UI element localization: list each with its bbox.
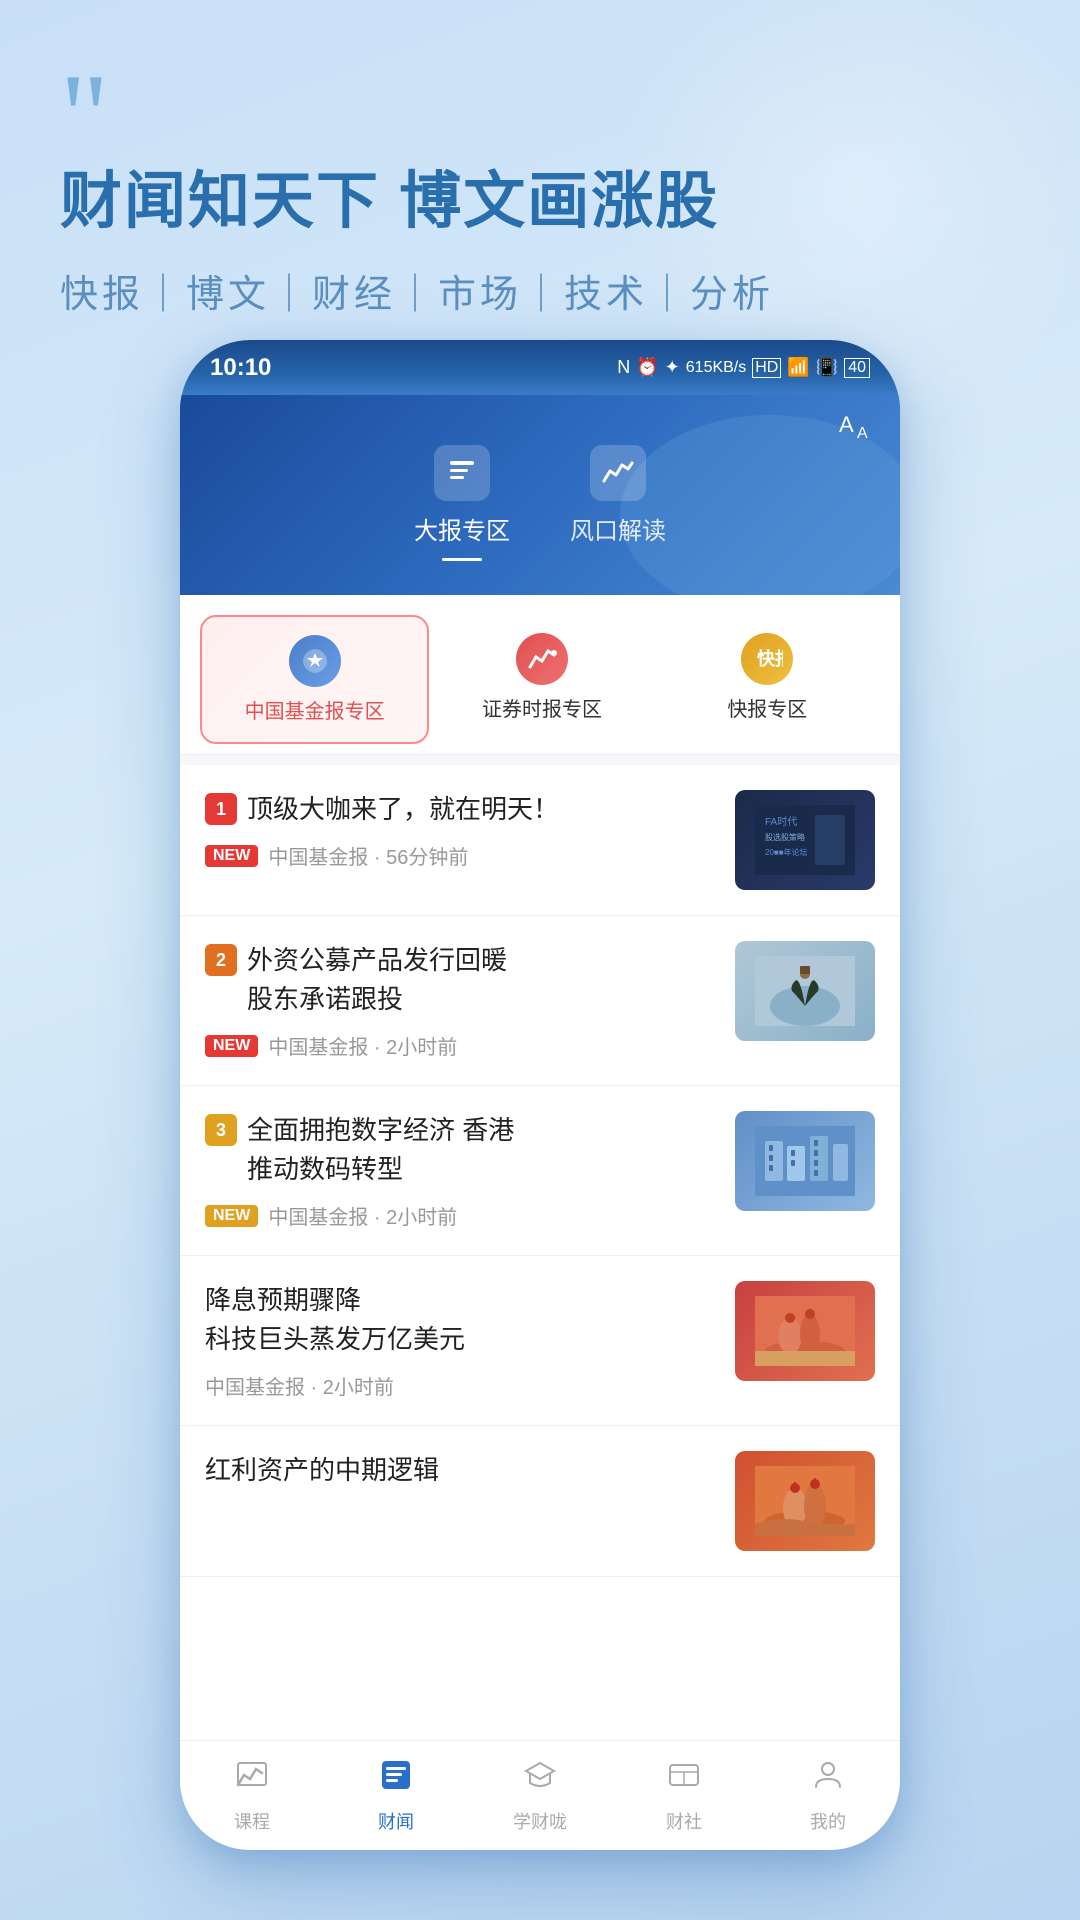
nav-wode[interactable]: 我的: [756, 1747, 900, 1844]
alarm-icon: ⏰: [636, 357, 658, 378]
nav-caishe[interactable]: 财社: [612, 1747, 756, 1844]
svg-text:20■■年论坛: 20■■年论坛: [765, 847, 808, 857]
news-source-1: 中国基金报 · 56分钟前: [268, 841, 468, 870]
news-badge-3: NEW: [205, 1205, 258, 1227]
news-img-5: [735, 1451, 875, 1551]
news-img-2: [735, 941, 875, 1041]
subtitle-text: 快报｜博文｜财经｜市场｜技术｜分析: [60, 263, 1020, 318]
news-item-5[interactable]: 红利资产的中期逻辑: [180, 1426, 900, 1577]
news-item-1[interactable]: 1 顶级大咖来了，就在明天！ NEW 中国基金报 · 56分钟前 FA时: [180, 765, 900, 916]
tab-fengkou-label: 风口解读: [570, 511, 666, 546]
news-title-row-5: 红利资产的中期逻辑: [205, 1451, 715, 1490]
nav-wode-icon: [810, 1757, 846, 1802]
news-source-4: 中国基金报 · 2小时前: [205, 1371, 394, 1400]
nav-caijun-label: 财闻: [378, 1808, 414, 1834]
news-meta-1: NEW 中国基金报 · 56分钟前: [205, 841, 715, 870]
news-main-3: 3 全面拥抱数字经济 香港推动数码转型 NEW 中国基金报 · 2小时前: [205, 1111, 715, 1230]
status-icons: N ⏰ ✦ 615KB/s HD 📶 📳 40: [617, 357, 870, 378]
news-item-3[interactable]: 3 全面拥抱数字经济 香港推动数码转型 NEW 中国基金报 · 2小时前: [180, 1086, 900, 1256]
nav-xuecaike-label: 学财咙: [513, 1808, 567, 1834]
news-title-row-1: 1 顶级大咖来了，就在明天！: [205, 790, 715, 829]
headline-text: 财闻知天下 博文画涨股: [60, 162, 1020, 243]
news-title-2: 外资公募产品发行回暖股东承诺跟投: [247, 941, 507, 1019]
nav-xuecaike[interactable]: 学财咙: [468, 1747, 612, 1844]
news-meta-4: 中国基金报 · 2小时前: [205, 1371, 715, 1400]
tab-dabao-label: 大报专区: [414, 511, 510, 546]
news-img-placeholder-5: [735, 1451, 875, 1551]
news-source-2: 中国基金报 · 2小时前: [268, 1031, 457, 1060]
status-bar: 10:10 N ⏰ ✦ 615KB/s HD 📶 📳 40: [180, 340, 900, 395]
nav-wode-label: 我的: [810, 1808, 846, 1834]
news-rank-1: 1: [205, 793, 237, 825]
news-img-3: [735, 1111, 875, 1211]
category-tabs: 中国基金报专区 证券时报专区 快报: [180, 595, 900, 755]
tab-fengkou[interactable]: 风口解读: [570, 445, 666, 561]
nav-caishe-label: 财社: [666, 1808, 702, 1834]
news-rank-2: 2: [205, 944, 237, 976]
tab-dabao-underline: [442, 558, 482, 561]
news-rank-3: 3: [205, 1114, 237, 1146]
cat-tab-zhongguo[interactable]: 中国基金报专区: [200, 615, 429, 744]
hd-icon: HD: [752, 358, 781, 378]
header-section: " 财闻知天下 博文画涨股 快报｜博文｜财经｜市场｜技术｜分析: [0, 0, 1080, 348]
signal-icon: 📳: [816, 357, 838, 378]
news-main-5: 红利资产的中期逻辑: [205, 1451, 715, 1502]
nav-caijun[interactable]: 财闻: [324, 1747, 468, 1844]
wifi-icon: 📶: [787, 357, 809, 378]
nav-kecheng-label: 课程: [234, 1808, 270, 1834]
nav-kecheng[interactable]: 课程: [180, 1747, 324, 1844]
network-icon: N: [617, 357, 630, 378]
news-img-placeholder-4: [735, 1281, 875, 1381]
news-img-4: [735, 1281, 875, 1381]
dabao-icon: [434, 445, 490, 501]
cat-tab-zhongguo-label: 中国基金报专区: [245, 695, 385, 724]
status-time: 10:10: [210, 354, 271, 382]
bluetooth-icon: ✦: [665, 357, 680, 378]
news-item-2[interactable]: 2 外资公募产品发行回暖股东承诺跟投 NEW 中国基金报 · 2小时前: [180, 916, 900, 1086]
news-title-4: 降息预期骤降科技巨头蒸发万亿美元: [205, 1281, 465, 1359]
news-main-2: 2 外资公募产品发行回暖股东承诺跟投 NEW 中国基金报 · 2小时前: [205, 941, 715, 1060]
news-list: 1 顶级大咖来了，就在明天！ NEW 中国基金报 · 56分钟前 FA时: [180, 765, 900, 1577]
phone-content: 中国基金报专区 证券时报专区 快报: [180, 595, 900, 1577]
news-title-row-2: 2 外资公募产品发行回暖股东承诺跟投: [205, 941, 715, 1019]
news-title-row-3: 3 全面拥抱数字经济 香港推动数码转型: [205, 1111, 715, 1189]
nav-caijun-icon: [378, 1757, 414, 1802]
nav-kecheng-icon: [234, 1757, 270, 1802]
news-badge-2: NEW: [205, 1035, 258, 1057]
tab-dabao[interactable]: 大报专区: [414, 445, 510, 561]
cat-tab-kuaibao[interactable]: 快报 快报专区: [655, 615, 880, 744]
nav-tabs: 大报专区 风口解读: [180, 395, 900, 581]
news-title-5: 红利资产的中期逻辑: [205, 1451, 439, 1490]
news-title-row-4: 降息预期骤降科技巨头蒸发万亿美元: [205, 1281, 715, 1359]
fengkou-icon: [590, 445, 646, 501]
news-item-4[interactable]: 降息预期骤降科技巨头蒸发万亿美元 中国基金报 · 2小时前: [180, 1256, 900, 1426]
phone-frame: 10:10 N ⏰ ✦ 615KB/s HD 📶 📳 40 A A: [180, 340, 900, 1850]
news-meta-3: NEW 中国基金报 · 2小时前: [205, 1201, 715, 1230]
bottom-nav: 课程 财闻: [180, 1740, 900, 1850]
news-title-1: 顶级大咖来了，就在明天！: [247, 790, 559, 829]
battery-icon: 40: [844, 358, 870, 378]
news-meta-2: NEW 中国基金报 · 2小时前: [205, 1031, 715, 1060]
news-main-1: 1 顶级大咖来了，就在明天！ NEW 中国基金报 · 56分钟前: [205, 790, 715, 870]
news-main-4: 降息预期骤降科技巨头蒸发万亿美元 中国基金报 · 2小时前: [205, 1281, 715, 1400]
phone-mockup: 10:10 N ⏰ ✦ 615KB/s HD 📶 📳 40 A A: [180, 340, 900, 1850]
cat-tab-zhengquan-label: 证券时报专区: [482, 693, 602, 722]
nav-caishe-icon: [666, 1757, 702, 1802]
news-source-3: 中国基金报 · 2小时前: [268, 1201, 457, 1230]
nav-xuecaike-icon: [522, 1757, 558, 1802]
svg-text:快报: 快报: [757, 648, 783, 669]
speed-text: 615KB/s: [686, 359, 746, 377]
news-img-placeholder-2: [735, 941, 875, 1041]
cat-tab-kuaibao-label: 快报专区: [727, 693, 807, 722]
quote-mark: ": [60, 80, 1020, 152]
news-badge-1: NEW: [205, 845, 258, 867]
news-img-placeholder-1: FA时代 股选股策略 20■■年论坛: [735, 790, 875, 890]
news-img-placeholder-3: [735, 1111, 875, 1211]
cat-tab-zhengquan[interactable]: 证券时报专区: [429, 615, 654, 744]
svg-text:股选股策略: 股选股策略: [765, 832, 805, 842]
news-title-3: 全面拥抱数字经济 香港推动数码转型: [247, 1111, 514, 1189]
svg-text:FA时代: FA时代: [765, 816, 797, 828]
news-img-1: FA时代 股选股策略 20■■年论坛: [735, 790, 875, 890]
phone-header: A A 大报专区: [180, 395, 900, 595]
